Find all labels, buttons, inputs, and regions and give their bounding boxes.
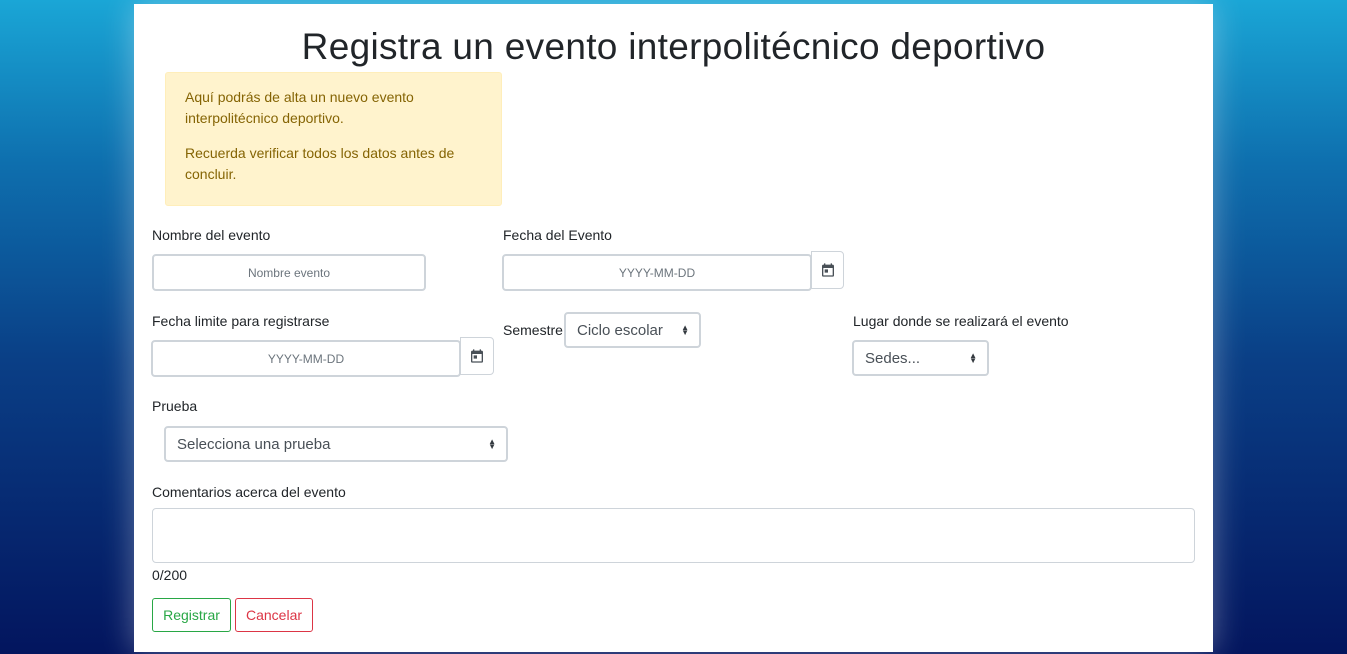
char-counter: 0/200 [152, 567, 188, 583]
semestre-label: Semestre [503, 322, 563, 338]
alert-text-1: Aquí podrás de alta un nuevo evento inte… [185, 89, 414, 126]
semestre-selected: Ciclo escolar [577, 321, 663, 339]
lugar-label: Lugar donde se realizará el evento [853, 313, 1069, 329]
fecha-evento-label: Fecha del Evento [503, 227, 612, 243]
sort-arrows-icon: ▲ ▼ [681, 323, 689, 337]
sedes-selected: Sedes... [865, 349, 921, 367]
prueba-label: Prueba [152, 398, 198, 414]
sort-arrows-icon: ▲ ▼ [488, 437, 496, 451]
cancelar-button[interactable]: Cancelar [235, 598, 313, 632]
prueba-select[interactable]: Selecciona una prueba ▲ ▼ [164, 426, 508, 462]
calendar-button-evento[interactable] [811, 251, 844, 289]
sedes-select[interactable]: Sedes... ▲ ▼ [852, 340, 989, 376]
form-card: Registra un evento interpolitécnico depo… [134, 4, 1213, 652]
calendar-icon [821, 263, 834, 277]
calendar-button-limite[interactable] [460, 337, 494, 375]
fecha-limite-input[interactable]: YYYY-MM-DD [151, 340, 461, 377]
fecha-limite-label: Fecha limite para registrarse [152, 313, 330, 329]
prueba-selected: Selecciona una prueba [177, 435, 331, 453]
alert-text-2: Recuerda verificar todos los datos antes… [185, 145, 455, 182]
page-title: Registra un evento interpolitécnico depo… [301, 26, 1046, 67]
nombre-label: Nombre del evento [152, 227, 271, 243]
sort-arrows-icon: ▲ ▼ [969, 351, 977, 365]
fecha-evento-input[interactable]: YYYY-MM-DD [502, 254, 812, 291]
nombre-evento-input[interactable]: Nombre evento [152, 254, 426, 291]
registrar-button[interactable]: Registrar [152, 598, 231, 632]
info-alert: Aquí podrás de alta un nuevo evento inte… [165, 72, 502, 206]
semestre-select[interactable]: Ciclo escolar ▲ ▼ [564, 312, 701, 348]
comentarios-label: Comentarios acerca del evento [152, 484, 346, 500]
comentarios-textarea[interactable] [152, 508, 1195, 563]
calendar-icon [471, 349, 483, 363]
